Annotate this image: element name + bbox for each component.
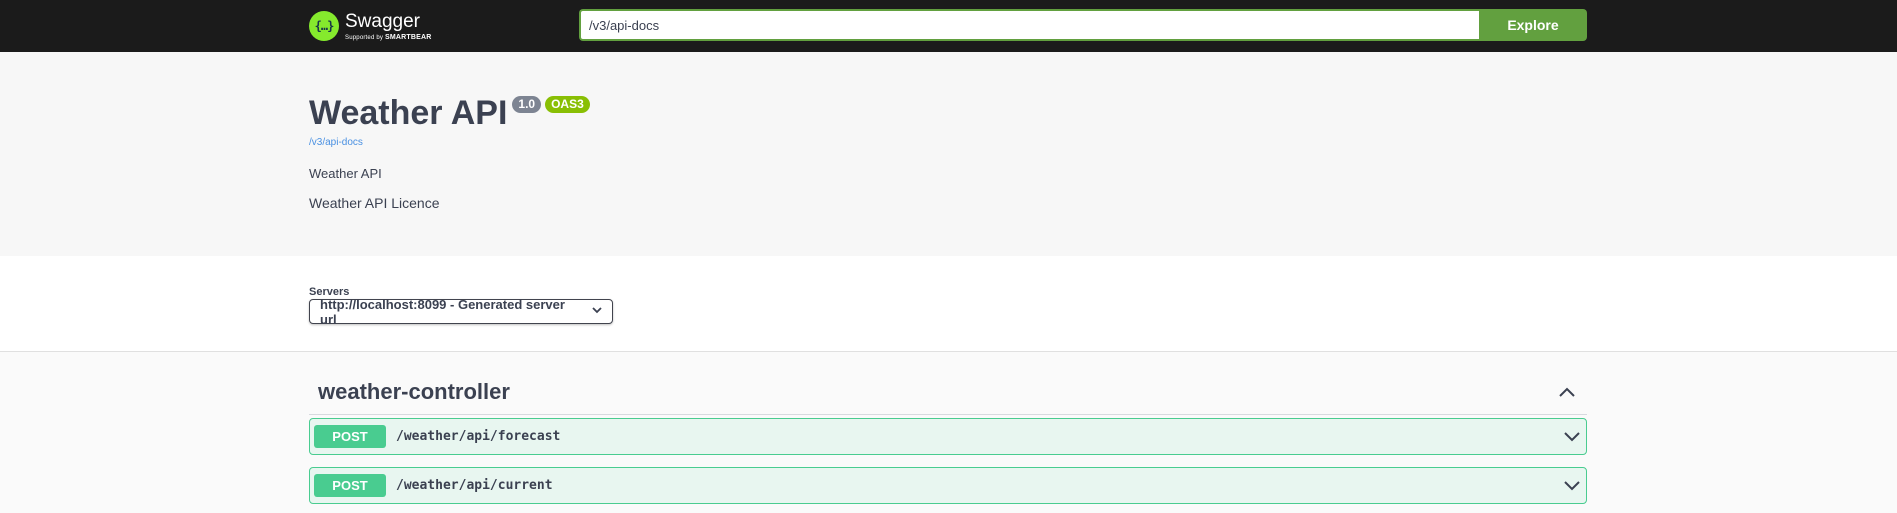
servers-section: Servers http://localhost:8099 - Generate… bbox=[0, 256, 1897, 352]
chevron-down-icon[interactable] bbox=[1562, 427, 1582, 447]
api-description: Weather API bbox=[309, 166, 382, 181]
operation-path: /weather/api/current bbox=[396, 478, 553, 493]
method-badge: POST bbox=[314, 474, 386, 497]
logo-name: Swagger bbox=[345, 10, 420, 32]
spec-url-form: Explore bbox=[579, 9, 1587, 41]
chevron-down-icon bbox=[592, 306, 602, 317]
server-selected-value: http://localhost:8099 - Generated server… bbox=[320, 296, 565, 327]
page-title: Weather API bbox=[309, 94, 508, 132]
server-select[interactable]: http://localhost:8099 - Generated server… bbox=[309, 296, 613, 327]
licence-text: Weather API Licence bbox=[309, 195, 440, 211]
swagger-logo-icon: {…} bbox=[309, 11, 339, 41]
explore-button[interactable]: Explore bbox=[1479, 9, 1587, 41]
info-section: Weather API 1.0 OAS3 /v3/api-docs Weathe… bbox=[0, 52, 1897, 256]
operation-post-current[interactable]: POST /weather/api/current bbox=[309, 467, 1587, 504]
method-badge: POST bbox=[314, 425, 386, 448]
tag-header-weather-controller[interactable]: weather-controller bbox=[309, 370, 1587, 415]
chevron-up-icon[interactable] bbox=[1557, 382, 1577, 402]
logo-text: Swagger Supported by SMARTBEAR bbox=[345, 12, 432, 41]
oas-badge: OAS3 bbox=[545, 96, 590, 113]
operation-path: /weather/api/forecast bbox=[396, 429, 561, 444]
topbar: {…} Swagger Supported by SMARTBEAR Explo… bbox=[0, 0, 1897, 52]
tag-title: weather-controller bbox=[318, 379, 510, 404]
spec-url-input[interactable] bbox=[579, 9, 1479, 41]
spec-link[interactable]: /v3/api-docs bbox=[309, 137, 363, 148]
logo-tagline: Supported by SMARTBEAR bbox=[345, 33, 432, 41]
version-badge: 1.0 bbox=[512, 96, 542, 113]
operation-post-forecast[interactable]: POST /weather/api/forecast bbox=[309, 418, 1587, 455]
title-row: Weather API 1.0 OAS3 bbox=[309, 94, 590, 133]
chevron-down-icon[interactable] bbox=[1562, 476, 1582, 496]
swagger-logo[interactable]: {…} Swagger Supported by SMARTBEAR bbox=[309, 7, 432, 45]
